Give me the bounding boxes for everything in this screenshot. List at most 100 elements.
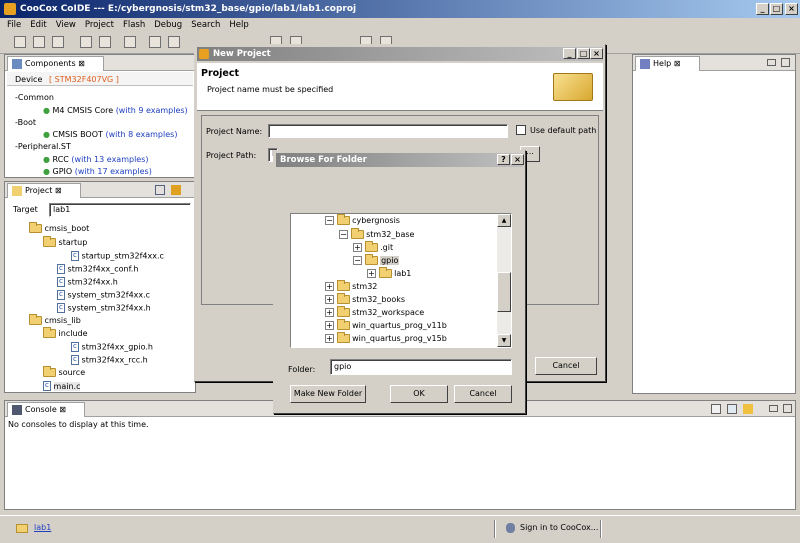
- menu-file[interactable]: File: [7, 20, 21, 30]
- project-name-label: Project Name:: [206, 127, 263, 136]
- tree-include-folder[interactable]: include: [43, 327, 88, 338]
- use-default-checkbox[interactable]: [516, 125, 526, 135]
- tree-cmsis-boot-folder[interactable]: cmsis_boot: [29, 222, 89, 233]
- project-path-label: Project Path:: [206, 151, 257, 160]
- open-console-icon[interactable]: [743, 404, 753, 414]
- status-project-link[interactable]: lab1: [34, 523, 51, 532]
- app-icon: [4, 3, 16, 15]
- tree-gpio[interactable]: ● GPIO (with 17 examples): [43, 167, 152, 176]
- ok-button[interactable]: OK: [390, 385, 448, 403]
- tree-source-folder[interactable]: source: [43, 366, 85, 377]
- dialog-icon: [199, 49, 209, 59]
- folder-win-quartus-v11b[interactable]: + win_quartus_prog_v11b: [325, 319, 447, 330]
- view-maximize-icon[interactable]: [783, 404, 792, 413]
- menu-flash[interactable]: Flash: [123, 20, 145, 30]
- view-minimize-icon[interactable]: [769, 405, 778, 412]
- components-view: Components ⊠ Device [ STM32F407VG ] -Com…: [4, 54, 196, 178]
- tree-m4-cmsis-core[interactable]: ● M4 CMSIS Core (with 9 examples): [43, 106, 188, 115]
- tree-peripheral-st[interactable]: -Peripheral.ST: [15, 142, 71, 151]
- minimize-button[interactable]: _: [756, 3, 769, 15]
- device-label: Device: [15, 75, 43, 84]
- folder-tree[interactable]: ▲ ▼ − cybergnosis − stm32_base + .git − …: [290, 213, 512, 348]
- menu-help[interactable]: Help: [229, 20, 248, 30]
- browse-title: Browse For Folder: [280, 155, 367, 165]
- tree-cmsis-boot[interactable]: ● CMSIS BOOT (with 8 examples): [43, 130, 177, 139]
- tree-file[interactable]: stm32f4xx_gpio.h: [71, 342, 153, 352]
- download-icon[interactable]: [149, 36, 161, 48]
- menu-edit[interactable]: Edit: [30, 20, 46, 30]
- scroll-up-button[interactable]: ▲: [497, 214, 511, 227]
- collapse-all-icon[interactable]: [155, 185, 165, 195]
- folder-input[interactable]: gpio: [330, 359, 512, 375]
- folder-win-quartus-v15b[interactable]: + win_quartus_prog_v15b: [325, 332, 447, 343]
- menu-search[interactable]: Search: [191, 20, 220, 30]
- sign-in-link[interactable]: Sign in to CooCox...: [520, 523, 598, 532]
- tab-components[interactable]: Components ⊠: [7, 56, 104, 71]
- menu-project[interactable]: Project: [85, 20, 114, 30]
- view-minimize-icon[interactable]: [767, 59, 776, 66]
- tree-file[interactable]: stm32f4xx.h: [57, 277, 118, 287]
- help-tab-label: Help: [653, 59, 672, 68]
- project-name-input[interactable]: [268, 124, 508, 138]
- tab-help[interactable]: Help ⊠: [635, 56, 700, 71]
- tree-file[interactable]: stm32f4xx_rcc.h: [71, 355, 148, 365]
- dialog-minimize-button[interactable]: _: [563, 48, 576, 59]
- maximize-button[interactable]: □: [770, 3, 783, 15]
- target-field[interactable]: lab1: [49, 203, 191, 217]
- scroll-thumb[interactable]: [497, 272, 511, 312]
- debug-icon[interactable]: [168, 36, 180, 48]
- console-display-icon[interactable]: [711, 404, 721, 414]
- help-button[interactable]: ?: [497, 154, 510, 165]
- tree-boot[interactable]: -Boot: [15, 118, 36, 127]
- view-maximize-icon[interactable]: [781, 58, 790, 67]
- folder-lab1[interactable]: + lab1: [367, 267, 411, 278]
- save-icon[interactable]: [52, 36, 64, 48]
- scroll-down-button[interactable]: ▼: [497, 334, 511, 347]
- project-tab-label: Project: [25, 186, 53, 195]
- folder-stm32[interactable]: + stm32: [325, 280, 377, 291]
- tab-project[interactable]: Project ⊠: [7, 183, 81, 198]
- open-icon[interactable]: [33, 36, 45, 48]
- make-new-folder-button[interactable]: Make New Folder: [290, 385, 366, 403]
- browse-cancel-button[interactable]: Cancel: [454, 385, 512, 403]
- tree-common[interactable]: -Common: [15, 93, 54, 102]
- folder-gpio[interactable]: − gpio: [353, 254, 400, 265]
- configure-icon[interactable]: [124, 36, 136, 48]
- pin-console-icon[interactable]: [727, 404, 737, 414]
- tree-startup-folder[interactable]: startup: [43, 236, 87, 247]
- tree-file[interactable]: system_stm32f4xx.c: [57, 290, 150, 300]
- validation-message: Project name must be specified: [207, 85, 334, 94]
- console-icon: [12, 405, 22, 415]
- status-bar: lab1 Sign in to CooCox...: [0, 515, 800, 543]
- device-value[interactable]: [ STM32F407VG ]: [49, 75, 119, 84]
- folder-stm32-books[interactable]: + stm32_books: [325, 293, 405, 304]
- dialog-maximize-button[interactable]: □: [577, 48, 590, 59]
- tree-scrollbar[interactable]: ▲ ▼: [497, 214, 511, 347]
- new-project-cancel-button[interactable]: Cancel: [535, 357, 597, 375]
- close-button[interactable]: ×: [785, 3, 798, 15]
- tree-file[interactable]: system_stm32f4xx.h: [57, 303, 151, 313]
- banner: Project Project name must be specified: [197, 63, 603, 111]
- tree-file[interactable]: stm32f4xx_conf.h: [57, 264, 138, 274]
- folder-stm32-workspace[interactable]: + stm32_workspace: [325, 306, 424, 317]
- tree-rcc[interactable]: ● RCC (with 13 examples): [43, 155, 149, 164]
- link-editor-icon[interactable]: [171, 185, 181, 195]
- tree-main-file[interactable]: main.c: [43, 381, 81, 391]
- tree-cmsis-lib-folder[interactable]: cmsis_lib: [29, 314, 81, 325]
- tab-console[interactable]: Console ⊠: [7, 402, 86, 417]
- new-project-title: New Project: [213, 49, 271, 59]
- folder-stm32-base[interactable]: − stm32_base: [339, 228, 414, 239]
- rebuild-icon[interactable]: [99, 36, 111, 48]
- console-tab-label: Console: [25, 405, 57, 414]
- tree-file[interactable]: startup_stm32f4xx.c: [71, 251, 164, 261]
- new-icon[interactable]: [14, 36, 26, 48]
- build-icon[interactable]: [80, 36, 92, 48]
- dialog-close-button[interactable]: ×: [590, 48, 603, 59]
- folder-cybergnosis[interactable]: − cybergnosis: [325, 214, 400, 225]
- target-label: Target: [13, 205, 38, 214]
- window-title-bar: CooCox CoIDE --- E:/cybergnosis/stm32_ba…: [0, 0, 800, 18]
- browse-close-button[interactable]: ×: [511, 154, 524, 165]
- folder-git[interactable]: + .git: [353, 241, 393, 252]
- menu-debug[interactable]: Debug: [154, 20, 182, 30]
- menu-view[interactable]: View: [56, 20, 76, 30]
